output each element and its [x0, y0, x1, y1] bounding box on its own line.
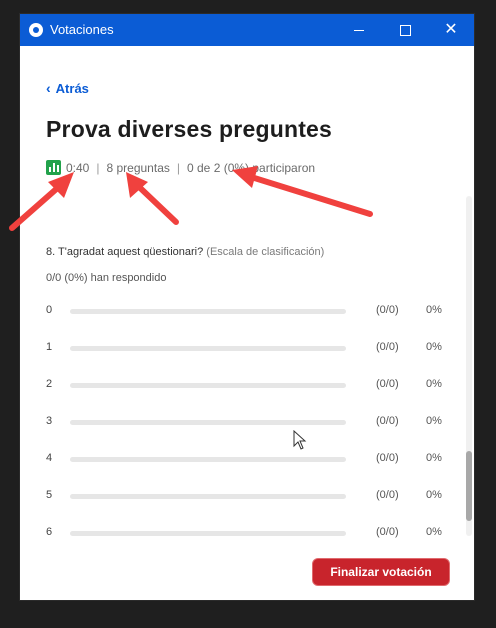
- maximize-icon: [399, 24, 411, 36]
- rating-count: (0/0): [376, 526, 399, 538]
- separator: |: [96, 160, 100, 175]
- minimize-button[interactable]: [336, 14, 382, 46]
- rating-percent: 0%: [426, 341, 442, 353]
- rating-bar: [70, 420, 346, 425]
- maximize-button[interactable]: [382, 14, 428, 46]
- end-poll-button[interactable]: Finalizar votación: [312, 558, 450, 586]
- minimize-icon: [354, 29, 364, 31]
- rating-label: 5: [46, 489, 53, 501]
- separator: |: [176, 160, 180, 175]
- poll-results-panel: ‹ Atrás Prova diverses preguntes 0:40 | …: [20, 46, 474, 600]
- rating-results: 0 (0/0) 0% 1 (0/0) 0% 2 (0/0) 0% 3 (0/0): [46, 304, 446, 563]
- rating-label: 0: [46, 304, 53, 316]
- rating-percent: 0%: [426, 304, 442, 316]
- window-title: Votaciones: [50, 22, 114, 37]
- rating-bar: [70, 494, 346, 499]
- rating-row: 0 (0/0) 0%: [46, 304, 446, 341]
- rating-count: (0/0): [376, 341, 399, 353]
- poll-question-count: 8 preguntas: [106, 160, 170, 175]
- rating-row: 5 (0/0) 0%: [46, 489, 446, 526]
- rating-count: (0/0): [376, 489, 399, 501]
- poll-meta: 0:40 | 8 preguntas | 0 de 2 (0%) partici…: [46, 160, 315, 175]
- scrollbar-thumb[interactable]: [466, 451, 472, 521]
- rating-count: (0/0): [376, 415, 399, 427]
- rating-label: 2: [46, 378, 53, 390]
- rating-label: 6: [46, 526, 53, 538]
- rating-row: 4 (0/0) 0%: [46, 452, 446, 489]
- rating-percent: 0%: [426, 489, 442, 501]
- question-type: (Escala de clasificación): [206, 246, 325, 258]
- rating-percent: 0%: [426, 415, 442, 427]
- rating-bar: [70, 346, 346, 351]
- responded-summary: 0/0 (0%) han respondido: [46, 272, 167, 284]
- rating-bar: [70, 383, 346, 388]
- close-button[interactable]: ✕: [428, 14, 474, 46]
- rating-label: 3: [46, 415, 53, 427]
- rating-row: 3 (0/0) 0%: [46, 415, 446, 452]
- app-icon: [29, 23, 43, 37]
- mouse-cursor-icon: [293, 430, 307, 450]
- back-label: Atrás: [55, 80, 89, 96]
- rating-label: 1: [46, 341, 53, 353]
- rating-label: 4: [46, 452, 53, 464]
- poll-participation: 0 de 2 (0%) participaron: [187, 160, 316, 175]
- rating-bar: [70, 457, 346, 462]
- title-bar: Votaciones ✕: [20, 14, 474, 46]
- rating-percent: 0%: [426, 452, 442, 464]
- votaciones-window: Votaciones ✕ ‹ Atrás Prova diverses preg…: [20, 14, 474, 600]
- chevron-left-icon: ‹: [46, 80, 51, 96]
- question-text: 8. T'agradat aquest qüestionari?: [46, 246, 204, 258]
- rating-percent: 0%: [426, 378, 442, 390]
- rating-row: 1 (0/0) 0%: [46, 341, 446, 378]
- back-link[interactable]: ‹ Atrás: [46, 80, 89, 96]
- rating-percent: 0%: [426, 526, 442, 538]
- rating-count: (0/0): [376, 378, 399, 390]
- rating-bar: [70, 309, 346, 314]
- rating-row: 2 (0/0) 0%: [46, 378, 446, 415]
- rating-count: (0/0): [376, 452, 399, 464]
- rating-bar: [70, 531, 346, 536]
- close-icon: ✕: [444, 21, 458, 38]
- rating-count: (0/0): [376, 304, 399, 316]
- bar-chart-icon: [46, 160, 61, 175]
- poll-duration: 0:40: [66, 160, 90, 175]
- question-heading: 8. T'agradat aquest qüestionari? (Escala…: [46, 246, 324, 258]
- poll-title: Prova diverses preguntes: [46, 116, 333, 142]
